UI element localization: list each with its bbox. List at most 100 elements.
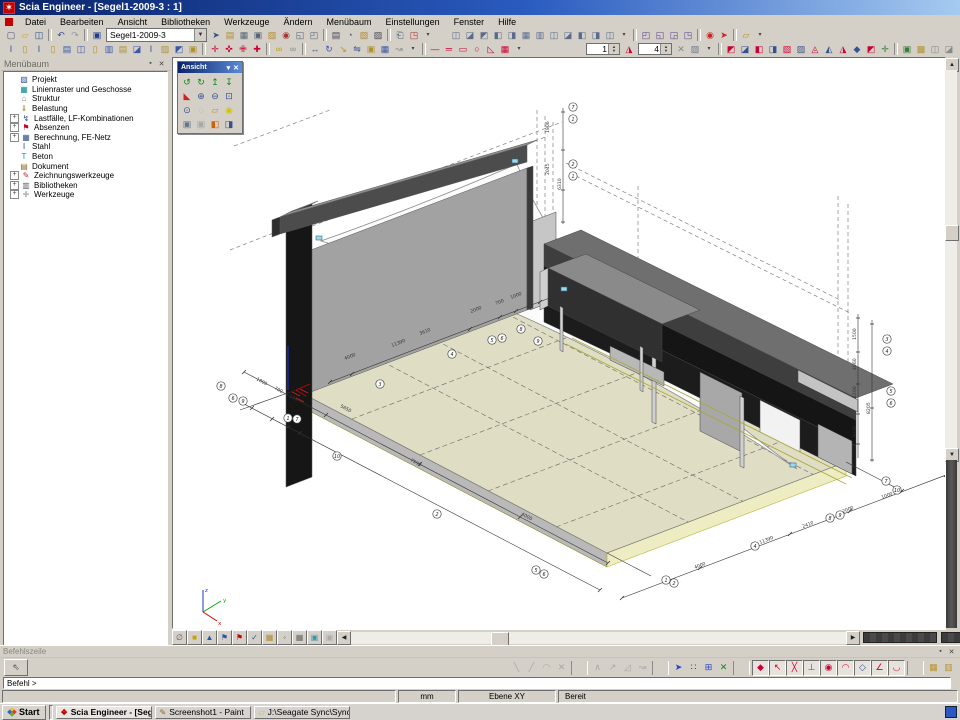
view-window-8-button[interactable]: ◫ [547, 29, 561, 42]
hscroll-track[interactable] [351, 632, 846, 644]
column-button[interactable]: ▯ [18, 43, 32, 56]
draw-overflow[interactable]: ▾ [512, 43, 526, 56]
hscroll-thumb[interactable] [491, 632, 509, 646]
tray-icon[interactable] [945, 706, 957, 718]
task-paint[interactable]: ✎ Screenshot1 - Paint [155, 706, 251, 719]
opening-button[interactable]: ▯ [88, 43, 102, 56]
snap-percent-button[interactable]: ◇ [854, 660, 871, 676]
pin-icon[interactable]: ▪ [935, 646, 946, 657]
model-viewport[interactable]: 4000113903610200070010004000113902410200… [172, 57, 946, 629]
snap-angle-button[interactable]: ∠ [871, 660, 888, 676]
select-by-property-button[interactable]: ◮ [836, 43, 850, 56]
expand-icon[interactable]: + [10, 190, 19, 199]
snap-midpoint-button[interactable]: ◆ [752, 660, 769, 676]
modify-add-node-button[interactable]: ✛ [208, 43, 222, 56]
print-preview-button[interactable]: ◔ [343, 29, 357, 42]
select-polygon-button[interactable]: ◪ [738, 43, 752, 56]
view-window-10-button[interactable]: ◧ [575, 29, 589, 42]
hide-selection-button[interactable]: ◫ [928, 43, 942, 56]
expand-icon[interactable]: + [10, 171, 19, 180]
line-grid-button[interactable]: ⊞ [701, 661, 716, 675]
tree-item-zeichnungswerkzeuge[interactable]: + ✎ Zeichnungswerkzeuge [4, 171, 167, 181]
accelerator-button[interactable]: ➤ [717, 29, 731, 42]
select-rect-button[interactable]: ◧ [752, 43, 766, 56]
truss-button[interactable]: ◩ [172, 43, 186, 56]
tree-item-linienraster[interactable]: ▦ Linienraster und Geschosse [4, 85, 167, 95]
menu-datei[interactable]: Datei [19, 16, 52, 28]
selection-arrow-button[interactable]: ➤ [209, 29, 223, 42]
new-project-button[interactable]: ▢ [4, 29, 18, 42]
command-input[interactable]: Befehl > [3, 677, 951, 689]
pick-polyline-tool[interactable]: ╱ [524, 661, 539, 675]
expand-icon[interactable]: + [10, 114, 19, 123]
show-loads-button[interactable]: ⚑ [217, 630, 232, 645]
toolbar1-overflow[interactable]: ▾ [421, 29, 435, 42]
show-grid-button[interactable]: ▦ [292, 630, 307, 645]
view-window-1-button[interactable]: ◫ [449, 29, 463, 42]
print-picture-button[interactable]: ⎗ [393, 29, 407, 42]
model-3d-view[interactable]: 4000113903610200070010004000113902410200… [173, 58, 945, 628]
edit-curve-tool[interactable]: ◿ [620, 661, 635, 675]
photo-render-2-button[interactable]: ▣ [194, 117, 208, 131]
tree-item-projekt[interactable]: ▨ Projekt [4, 75, 167, 85]
array-button[interactable]: ▦ [378, 43, 392, 56]
section-button[interactable]: ▩ [914, 43, 928, 56]
tree-item-beton[interactable]: T Beton [4, 152, 167, 162]
ucs-button[interactable]: ◉ [279, 29, 293, 42]
modify-join-button[interactable]: ✙ [236, 43, 250, 56]
edit-move-tool[interactable]: ↗ [605, 661, 620, 675]
menu-hilfe[interactable]: Hilfe [492, 16, 522, 28]
viewport-vscrollbar[interactable]: ▲ ▼ [945, 58, 958, 628]
snap-intersection-button[interactable]: ╳ [786, 660, 803, 676]
modify-trim-button[interactable]: ✚ [250, 43, 264, 56]
stretch-button[interactable]: ↝ [392, 43, 406, 56]
expand-icon[interactable] [10, 163, 17, 170]
view-settings-button[interactable]: ◧ [208, 117, 222, 131]
menu-bearbeiten[interactable]: Bearbeiten [54, 16, 110, 28]
wire-render-button[interactable]: ∅ [172, 630, 187, 645]
select-single-button[interactable]: ◩ [724, 43, 738, 56]
dot-grid-settings-button[interactable]: ▦ [926, 661, 941, 675]
cursor-mode-button[interactable]: ⇖ [4, 659, 28, 676]
plate-button[interactable]: ▤ [60, 43, 74, 56]
pick-arc-tool[interactable]: ◠ [539, 661, 554, 675]
menu-einstellungen[interactable]: Einstellungen [380, 16, 446, 28]
spinner-arrows-icon[interactable]: ▲▼ [660, 44, 671, 54]
rotate-view-free-button[interactable]: ↺ [180, 75, 194, 89]
tree-item-werkzeuge[interactable]: + ✛ Werkzeuge [4, 190, 167, 200]
tree-item-dokument[interactable]: ▤ Dokument [4, 161, 167, 171]
zoom-out-button[interactable]: ⊖ [208, 89, 222, 103]
ansicht-title-bar[interactable]: Ansicht ▾ ✕ [178, 62, 242, 73]
scroll-right-icon[interactable]: ▶ [846, 631, 860, 645]
scale-button[interactable]: ↘ [336, 43, 350, 56]
rib-button[interactable]: Ⅰ [144, 43, 158, 56]
view-window-9-button[interactable]: ◪ [561, 29, 575, 42]
status-plane[interactable]: Ebene XY [458, 690, 556, 703]
load-case-spinner[interactable]: 1 ▲▼ [586, 43, 620, 55]
menu-bibliotheken[interactable]: Bibliotheken [155, 16, 216, 28]
undo-button[interactable]: ↶ [54, 29, 68, 42]
rotate-view-left-button[interactable]: ↻ [194, 75, 208, 89]
chevron-down-icon[interactable]: ▾ [227, 64, 231, 72]
rotate-view-up-button[interactable]: ↥ [208, 75, 222, 89]
view-window-12-button[interactable]: ◫ [603, 29, 617, 42]
shell-button[interactable]: ◫ [74, 43, 88, 56]
snap-tangent-button[interactable]: ◠ [837, 660, 854, 676]
copy-view-3-button[interactable]: ◲ [667, 29, 681, 42]
view-overflow[interactable]: ▾ [617, 29, 631, 42]
view-window-3-button[interactable]: ◩ [477, 29, 491, 42]
view-window-5-button[interactable]: ◨ [505, 29, 519, 42]
pick-line-tool[interactable]: ╲ [509, 661, 524, 675]
menu-ansicht[interactable]: Ansicht [112, 16, 154, 28]
snap-center-button[interactable]: ◉ [820, 660, 837, 676]
rotate-button[interactable]: ↻ [322, 43, 336, 56]
tree-item-bibliotheken[interactable]: + ▥ Bibliotheken [4, 181, 167, 191]
copy-view-1-button[interactable]: ◰ [639, 29, 653, 42]
expand-icon[interactable]: + [10, 181, 19, 190]
layers-button[interactable]: ▤ [223, 29, 237, 42]
mesh-refine-button[interactable]: ▨ [688, 43, 702, 56]
expand-icon[interactable] [10, 76, 17, 83]
dot-grid-button[interactable]: ∷ [686, 661, 701, 675]
mesh-overflow[interactable]: ▾ [702, 43, 716, 56]
close-icon[interactable]: ✕ [156, 58, 167, 69]
